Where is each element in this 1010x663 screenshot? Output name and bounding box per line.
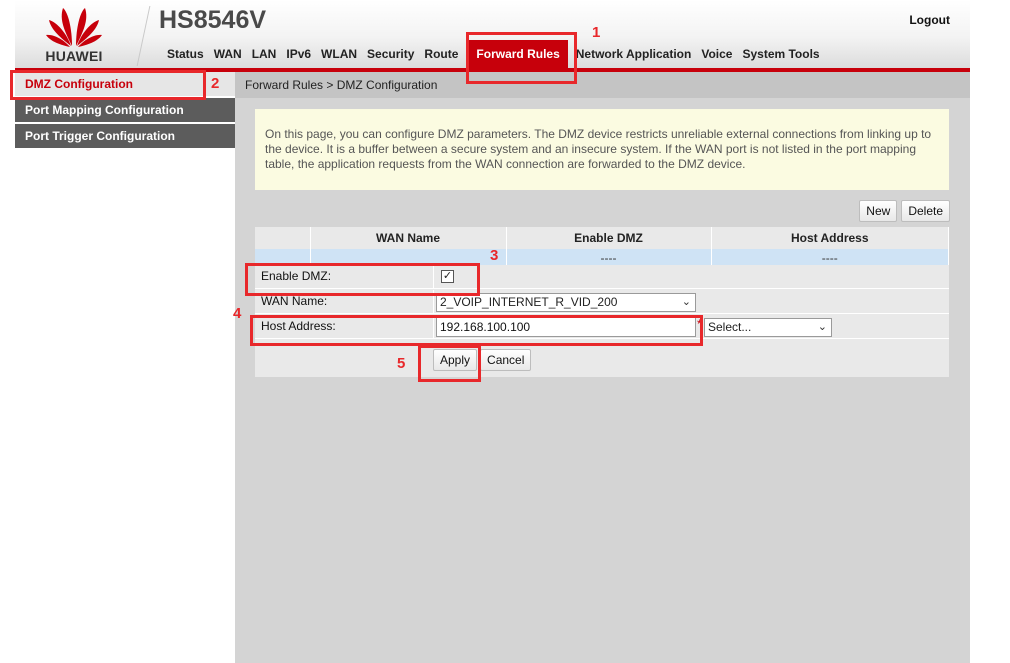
host-select-dropdown[interactable]: Select... ⌄ <box>704 318 832 337</box>
host-address-input[interactable] <box>436 317 696 337</box>
delete-button[interactable]: Delete <box>901 200 950 222</box>
brand-name: HUAWEI <box>45 48 103 64</box>
top-nav: Status WAN LAN IPv6 WLAN Security Route … <box>163 40 826 68</box>
annotation-number-3: 3 <box>490 247 499 264</box>
nav-forward-rules[interactable]: Forward Rules <box>468 40 568 68</box>
table-row[interactable]: ---- ---- <box>255 249 949 266</box>
sidebar: DMZ Configuration Port Mapping Configura… <box>15 72 235 663</box>
dmz-form: Enable DMZ: ✓ WAN Name: 2_VOIP_INTERNET_… <box>255 265 949 377</box>
header: HUAWEI HS8546V Logout Status WAN LAN IPv… <box>15 0 970 68</box>
nav-route[interactable]: Route <box>420 40 462 68</box>
enable-dmz-label: Enable DMZ: <box>261 269 332 283</box>
enable-dmz-checkbox[interactable]: ✓ <box>441 270 454 283</box>
enable-dmz-cell: ✓ <box>433 265 949 289</box>
wan-name-select[interactable]: 2_VOIP_INTERNET_R_VID_200 ⌄ <box>436 293 696 312</box>
logout-link[interactable]: Logout <box>909 13 950 27</box>
nav-voice[interactable]: Voice <box>697 40 736 68</box>
required-mark: * <box>697 317 702 331</box>
cancel-button[interactable]: Cancel <box>480 349 532 371</box>
wan-name-row: WAN Name: 2_VOIP_INTERNET_R_VID_200 ⌄ <box>255 290 949 314</box>
annotation-number-2: 2 <box>211 75 220 92</box>
column-header-wan-name: WAN Name <box>310 227 507 249</box>
annotation-number-5: 5 <box>397 355 406 372</box>
nav-system-tools[interactable]: System Tools <box>738 40 823 68</box>
breadcrumb: Forward Rules > DMZ Configuration <box>235 72 970 98</box>
huawei-logo: HUAWEI <box>33 2 115 66</box>
nav-wan[interactable]: WAN <box>210 40 246 68</box>
table-cell <box>255 249 311 266</box>
host-address-row: Host Address: * Select... ⌄ <box>255 315 949 339</box>
chevron-down-icon: ⌄ <box>681 296 691 308</box>
wan-name-cell: 2_VOIP_INTERNET_R_VID_200 ⌄ <box>433 290 949 314</box>
nav-status[interactable]: Status <box>163 40 208 68</box>
annotation-number-1: 1 <box>592 24 601 41</box>
device-model: HS8546V <box>159 6 267 34</box>
column-header-host-address: Host Address <box>711 227 949 249</box>
annotation-number-4: 4 <box>233 305 242 322</box>
wan-name-value: 2_VOIP_INTERNET_R_VID_200 <box>440 295 618 309</box>
chevron-down-icon: ⌄ <box>817 321 827 333</box>
info-box: On this page, you can configure DMZ para… <box>255 109 949 190</box>
table-toolbar: New Delete <box>859 200 950 222</box>
sidebar-item-port-trigger[interactable]: Port Trigger Configuration <box>15 124 235 148</box>
apply-button[interactable]: Apply <box>433 349 478 371</box>
new-button[interactable]: New <box>859 200 898 222</box>
nav-security[interactable]: Security <box>363 40 418 68</box>
table-cell: ---- <box>506 249 712 266</box>
dmz-table: WAN Name Enable DMZ Host Address ---- --… <box>255 227 949 266</box>
router-admin-frame: HUAWEI HS8546V Logout Status WAN LAN IPv… <box>15 0 970 663</box>
table-cell: ---- <box>711 249 949 266</box>
host-address-cell: * Select... ⌄ <box>433 315 949 339</box>
enable-dmz-row: Enable DMZ: ✓ <box>255 265 949 289</box>
nav-lan[interactable]: LAN <box>248 40 281 68</box>
sidebar-item-port-mapping[interactable]: Port Mapping Configuration <box>15 98 235 122</box>
column-header-enable-dmz: Enable DMZ <box>506 227 712 249</box>
host-address-label: Host Address: <box>261 319 336 333</box>
main-content: Forward Rules > DMZ Configuration On thi… <box>235 72 970 663</box>
wan-name-label: WAN Name: <box>261 294 328 308</box>
nav-wlan[interactable]: WLAN <box>317 40 361 68</box>
nav-network-application[interactable]: Network Application <box>572 40 696 68</box>
nav-ipv6[interactable]: IPv6 <box>282 40 315 68</box>
table-header-row: WAN Name Enable DMZ Host Address <box>255 227 949 249</box>
table-cell <box>310 249 507 266</box>
sidebar-item-dmz-configuration[interactable]: DMZ Configuration <box>15 72 235 96</box>
select-column-header <box>255 227 311 249</box>
huawei-flower-icon <box>46 8 102 47</box>
host-select-value: Select... <box>708 320 752 334</box>
form-buttons: Apply Cancel <box>433 349 532 371</box>
